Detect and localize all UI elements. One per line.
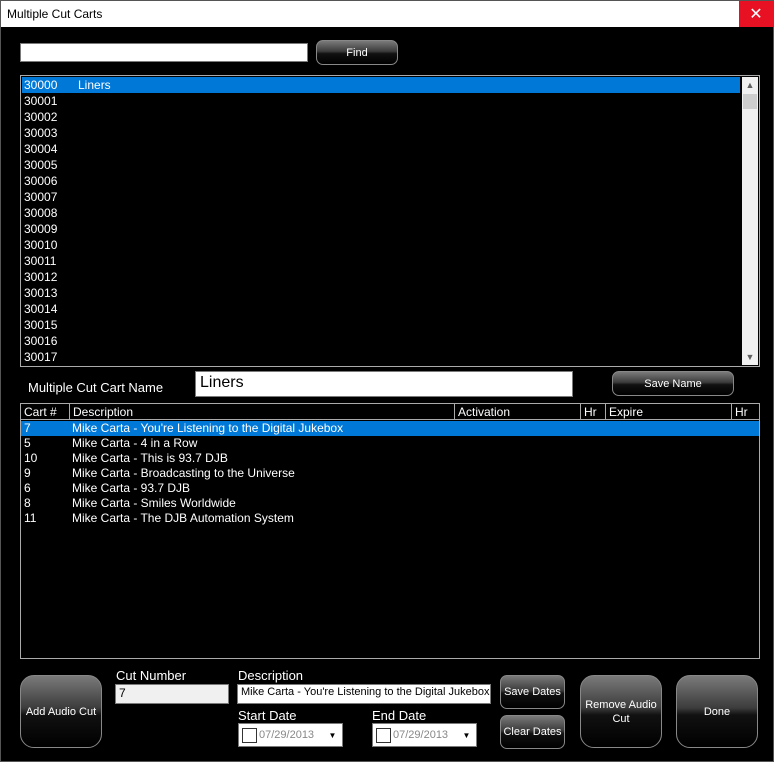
description-cell: Mike Carta - You're Listening to the Dig… — [72, 421, 344, 435]
close-icon[interactable] — [739, 1, 773, 27]
cart-list[interactable]: 30017 30016 30015 30014 30013 30012 30011 30010… — [20, 75, 760, 367]
save-dates-button[interactable]: Save Dates — [500, 675, 565, 709]
start-date-picker[interactable]: 07/29/2013 ▼ — [238, 723, 343, 747]
end-date-label: End Date — [372, 708, 427, 723]
cart-number: 30017 — [24, 350, 58, 364]
remove-audio-cut-button[interactable]: Remove Audio Cut — [580, 675, 662, 748]
add-audio-cut-button[interactable]: Add Audio Cut — [20, 675, 102, 748]
end-date-picker[interactable]: 07/29/2013 ▼ — [372, 723, 477, 747]
column-header-activation[interactable]: Activation — [455, 404, 581, 420]
find-button[interactable]: Find — [316, 40, 398, 65]
column-header-cart[interactable]: Cart # — [21, 404, 70, 420]
cart-number: 30003 — [24, 126, 58, 140]
chevron-up-icon[interactable]: ▲ — [742, 77, 758, 93]
table-row[interactable]: 10 Mike Carta - This is 93.7 DJB — [21, 451, 759, 466]
cart-list-item[interactable]: 30016 — [22, 333, 740, 349]
cart-number: 30016 — [24, 334, 58, 348]
cart-list-item[interactable]: 30000 Liners — [22, 77, 740, 93]
cart-list-scrollbar[interactable]: ▲ ▼ — [742, 77, 758, 365]
end-date-value: 07/29/2013 — [393, 729, 449, 741]
cart-number-cell: 6 — [24, 481, 31, 495]
cart-number: 30005 — [24, 158, 58, 172]
table-row[interactable]: 9 Mike Carta - Broadcasting to the Univer… — [21, 466, 759, 481]
chevron-down-icon[interactable]: ▼ — [742, 349, 758, 365]
chevron-down-icon[interactable]: ▼ — [459, 727, 474, 743]
cart-number-cell: 11 — [24, 511, 37, 525]
table-row[interactable]: 6 Mike Carta - 93.7 DJB — [21, 481, 759, 496]
cart-name-input[interactable]: Liners — [195, 371, 573, 397]
cart-number: 30007 — [24, 190, 58, 204]
cart-number: 30008 — [24, 206, 58, 220]
title-bar: Multiple Cut Carts — [1, 1, 773, 27]
table-row[interactable]: 8 Mike Carta - Smiles Worldwide — [21, 496, 759, 511]
done-button[interactable]: Done — [676, 675, 758, 748]
cart-list-item[interactable]: 30006 — [22, 173, 740, 189]
column-header-hr[interactable]: Hr — [581, 404, 606, 420]
cart-list-item[interactable]: 30001 — [22, 93, 740, 109]
cart-name: Liners — [78, 78, 111, 92]
table-row[interactable]: 5 Mike Carta - 4 in a Row — [21, 436, 759, 451]
cart-list-item[interactable]: 30004 — [22, 141, 740, 157]
cart-number-cell: 9 — [24, 466, 31, 480]
cart-number: 30009 — [24, 222, 58, 236]
start-date-value: 07/29/2013 — [259, 729, 315, 741]
column-header-description[interactable]: Description — [70, 404, 455, 420]
cart-list-item[interactable]: 30008 — [22, 205, 740, 221]
table-row[interactable]: 11 Mike Carta - The DJB Automation System — [21, 511, 759, 526]
description-cell: Mike Carta - 93.7 DJB — [72, 481, 191, 495]
description-field[interactable]: Mike Carta - You're Listening to the Dig… — [237, 684, 491, 704]
cart-number: 30006 — [24, 174, 58, 188]
column-header-hr-expire[interactable]: Hr — [732, 404, 759, 420]
cart-list-item[interactable]: 30009 — [22, 221, 740, 237]
cart-number: 30004 — [24, 142, 58, 156]
cart-list-item[interactable]: 30010 — [22, 237, 740, 253]
cart-number-cell: 8 — [24, 496, 31, 510]
table-row[interactable]: 7 Mike Carta - You're Listening to the Di… — [21, 421, 759, 436]
chevron-down-icon[interactable]: ▼ — [325, 727, 340, 743]
cart-list-item[interactable]: 30003 — [22, 125, 740, 141]
multiple-cut-carts-window: Multiple Cut Carts Find 3001730016300153… — [0, 0, 774, 762]
cart-number-cell: 5 — [24, 436, 31, 450]
description-cell: Mike Carta - 4 in a Row — [72, 436, 198, 450]
description-cell: Mike Carta - Smiles Worldwide — [72, 496, 236, 510]
cart-number: 30010 — [24, 238, 58, 252]
scroll-thumb[interactable] — [743, 94, 757, 109]
start-date-label: Start Date — [238, 708, 297, 723]
cart-number: 30000 — [24, 78, 58, 92]
description-cell: Mike Carta - This is 93.7 DJB — [72, 451, 228, 465]
cart-number-cell: 10 — [24, 451, 38, 465]
save-name-button[interactable]: Save Name — [612, 371, 734, 396]
cart-list-item[interactable]: 30011 — [22, 253, 740, 269]
end-date-checkbox[interactable] — [376, 728, 391, 743]
description-label: Description — [238, 668, 304, 683]
cart-list-item[interactable]: 30017 — [22, 349, 740, 365]
cart-list-item[interactable]: 30002 — [22, 109, 740, 125]
clear-dates-button[interactable]: Clear Dates — [500, 715, 565, 749]
cart-number: 30002 — [24, 110, 58, 124]
cut-number-field[interactable]: 7 — [115, 684, 229, 704]
cart-list-item[interactable]: 30014 — [22, 301, 740, 317]
cart-name-label: Multiple Cut Cart Name — [28, 380, 164, 395]
column-header-expire[interactable]: Expire — [606, 404, 732, 420]
cart-number: 30012 — [24, 270, 58, 284]
cart-number: 30014 — [24, 302, 58, 316]
cart-list-item[interactable]: 30013 — [22, 285, 740, 301]
cart-number: 30015 — [24, 318, 58, 332]
cart-number: 30001 — [24, 94, 58, 108]
cart-number-cell: 7 — [24, 421, 31, 435]
description-cell: Mike Carta - Broadcasting to the Univers… — [72, 466, 295, 480]
cart-list-item[interactable]: 30005 — [22, 157, 740, 173]
cart-list-item[interactable]: 30015 — [22, 317, 740, 333]
description-cell: Mike Carta - The DJB Automation System — [72, 511, 294, 525]
cart-list-item[interactable]: 30012 — [22, 269, 740, 285]
cuts-table[interactable]: Cart # Description Activation Hr Expire … — [20, 403, 760, 659]
cart-number: 30011 — [24, 254, 57, 268]
cut-number-label: Cut Number — [116, 668, 187, 683]
window-title: Multiple Cut Carts — [7, 7, 103, 21]
start-date-checkbox[interactable] — [242, 728, 257, 743]
cart-list-item[interactable]: 30007 — [22, 189, 740, 205]
cart-number: 30013 — [24, 286, 58, 300]
search-input[interactable] — [20, 43, 308, 62]
